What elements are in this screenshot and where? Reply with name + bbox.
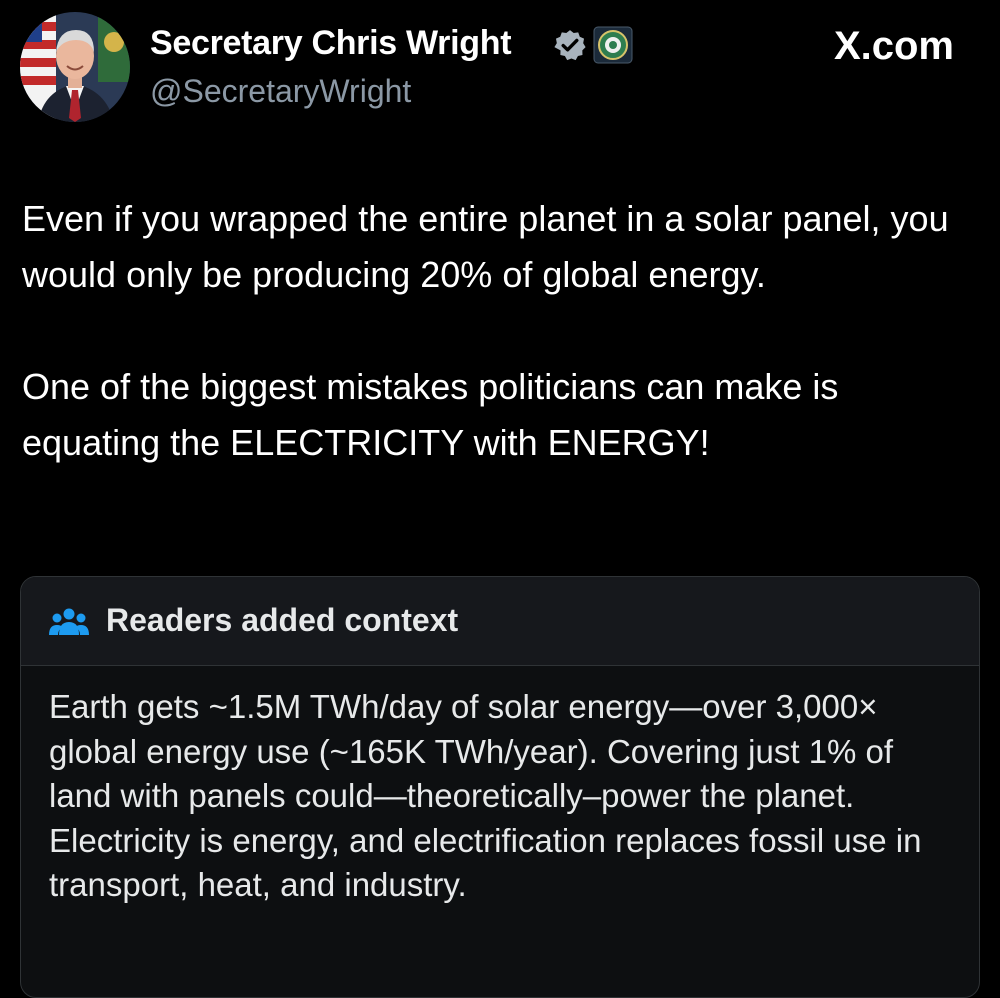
site-label: X.com [833,24,954,68]
community-note-body: Earth gets ~1.5M TWh/day of solar energy… [49,688,922,903]
avatar-image [20,12,130,122]
display-name[interactable]: Secretary Chris Wright [150,24,512,63]
people-group-icon [49,608,89,635]
community-note-title: Readers added context [106,602,459,638]
verified-badge-icon [554,30,586,61]
doe-seal-icon[interactable] [593,26,633,64]
tweet-paragraph: Even if you wrapped the entire planet in… [22,198,949,295]
account-handle[interactable]: @SecretaryWright [150,73,411,110]
tweet-text: Even if you wrapped the entire planet in… [22,191,982,471]
community-note-card[interactable]: Readers added context Earth gets ~1.5M T… [20,576,980,998]
tweet-paragraph: One of the biggest mistakes politicians … [22,366,839,463]
profile-avatar[interactable] [20,12,130,122]
community-note-header: Readers added context [21,577,979,666]
